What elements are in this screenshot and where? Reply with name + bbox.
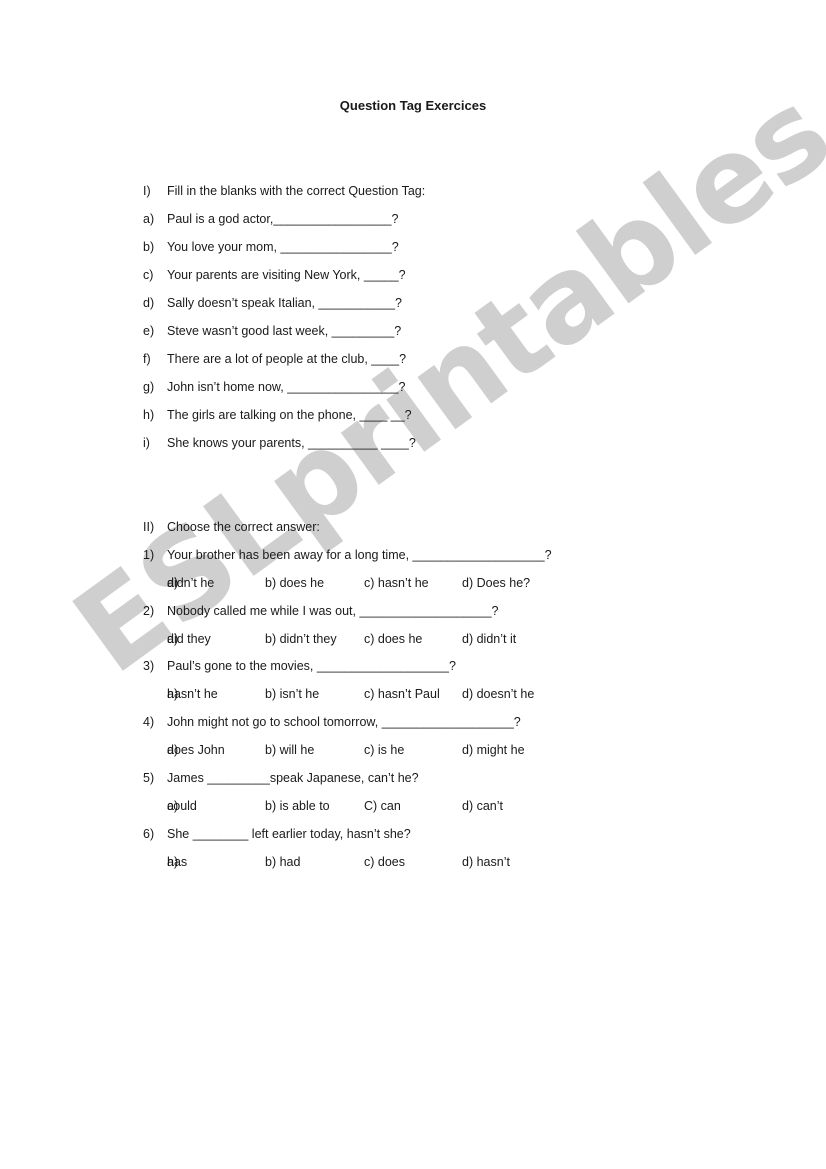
question-text: John might not go to school tomorrow, __…	[167, 715, 521, 729]
mc-question: 4) John might not go to school tomorrow, …	[143, 713, 521, 731]
mc-question: 1) Your brother has been away for a long …	[143, 546, 552, 564]
fill-item: g) John isn’t home now, ________________?	[143, 378, 405, 396]
item-text: There are a lot of people at the club, _…	[167, 352, 407, 366]
option-d[interactable]: d) didn’t it	[462, 630, 516, 648]
section-number: II)	[143, 520, 155, 534]
item-label: d)	[143, 296, 155, 310]
question-text: Nobody called me while I was out, ______…	[167, 604, 499, 618]
item-label: c)	[143, 268, 154, 282]
option-d[interactable]: d) might he	[462, 741, 525, 759]
option-b[interactable]: b) is able to	[265, 797, 330, 815]
option-b[interactable]: b) does he	[265, 574, 324, 592]
item-label: i)	[143, 436, 150, 450]
option-b[interactable]: b) didn’t they	[265, 630, 337, 648]
question-text: She ________ left earlier today, hasn’t …	[167, 827, 411, 841]
question-number: 5)	[143, 771, 155, 785]
option-b[interactable]: b) isn’t he	[265, 685, 319, 703]
option-a[interactable]: has	[167, 853, 187, 871]
option-a[interactable]: does John	[167, 741, 225, 759]
section-number: I)	[143, 184, 151, 198]
fill-item: i) She knows your parents, __________ ___…	[143, 434, 416, 452]
item-label: e)	[143, 324, 155, 338]
mc-question: 6) She ________ left earlier today, hasn’…	[143, 825, 411, 843]
item-label: h)	[143, 408, 155, 422]
option-b[interactable]: b) will he	[265, 741, 314, 759]
item-text: Sally doesn’t speak Italian, ___________…	[167, 296, 402, 310]
page-title: Question Tag Exercices	[339, 98, 487, 113]
fill-item: e) Steve wasn’t good last week, _________…	[143, 322, 401, 340]
option-d[interactable]: d) hasn’t	[462, 853, 510, 871]
item-text: She knows your parents, __________ ____?	[167, 436, 416, 450]
option-a[interactable]: hasn’t he	[167, 685, 218, 703]
question-number: 2)	[143, 604, 155, 618]
item-label: g)	[143, 380, 155, 394]
option-c[interactable]: c) hasn’t he	[364, 574, 429, 592]
option-c[interactable]: C) can	[364, 797, 401, 815]
item-text: Paul is a god actor,_________________?	[167, 212, 399, 226]
option-c[interactable]: c) is he	[364, 741, 404, 759]
option-a[interactable]: didn’t he	[167, 574, 214, 592]
option-b[interactable]: b) had	[265, 853, 300, 871]
option-d[interactable]: d) can’t	[462, 797, 503, 815]
question-text: Paul’s gone to the movies, _____________…	[167, 659, 456, 673]
section-2-heading: II) Choose the correct answer:	[143, 518, 320, 536]
option-a[interactable]: could	[167, 797, 197, 815]
fill-item: h) The girls are talking on the phone, __…	[143, 406, 412, 424]
section-heading-text: Fill in the blanks with the correct Ques…	[167, 184, 426, 198]
question-number: 6)	[143, 827, 155, 841]
item-text: The girls are talking on the phone, ____…	[167, 408, 412, 422]
fill-item: b) You love your mom, ________________?	[143, 238, 399, 256]
option-d[interactable]: d) Does he?	[462, 574, 530, 592]
section-1-heading: I) Fill in the blanks with the correct Qu…	[143, 182, 425, 200]
option-c[interactable]: c) hasn’t Paul	[364, 685, 440, 703]
item-label: b)	[143, 240, 155, 254]
item-label: a)	[143, 212, 155, 226]
option-c[interactable]: c) does he	[364, 630, 422, 648]
option-d[interactable]: d) doesn’t he	[462, 685, 534, 703]
item-text: John isn’t home now, ________________?	[167, 380, 406, 394]
mc-question: 5) James _________speak Japanese, can’t h…	[143, 769, 419, 787]
mc-question: 2) Nobody called me while I was out, ____…	[143, 602, 499, 620]
question-number: 4)	[143, 715, 155, 729]
item-text: You love your mom, ________________?	[167, 240, 399, 254]
section-heading-text: Choose the correct answer:	[167, 520, 320, 534]
question-number: 3)	[143, 659, 155, 673]
option-c[interactable]: c) does	[364, 853, 405, 871]
fill-item: f) There are a lot of people at the club,…	[143, 350, 406, 368]
fill-item: c) Your parents are visiting New York, __…	[143, 266, 406, 284]
option-a[interactable]: did they	[167, 630, 211, 648]
item-text: Steve wasn’t good last week, _________?	[167, 324, 402, 338]
question-text: James _________speak Japanese, can’t he?	[167, 771, 419, 785]
question-text: Your brother has been away for a long ti…	[167, 548, 552, 562]
item-label: f)	[143, 352, 151, 366]
question-number: 1)	[143, 548, 155, 562]
fill-item: d) Sally doesn’t speak Italian, _________…	[143, 294, 402, 312]
mc-question: 3) Paul’s gone to the movies, ___________…	[143, 657, 456, 675]
fill-item: a) Paul is a god actor,_________________?	[143, 210, 398, 228]
item-text: Your parents are visiting New York, ____…	[167, 268, 406, 282]
